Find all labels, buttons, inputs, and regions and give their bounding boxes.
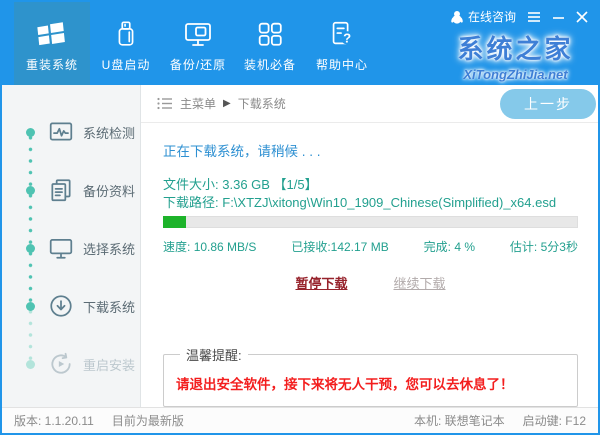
sidebar-item-label: 选择系统	[83, 239, 135, 258]
sidebar-item-system-check[interactable]: 系统检测	[2, 103, 140, 161]
stat-speed: 速度: 10.86 MB/S	[163, 238, 256, 255]
online-service-label: 在线咨询	[468, 8, 516, 25]
machine-text: 本机: 联想笔记本	[414, 412, 505, 429]
download-path-label: 下载路径:	[163, 195, 219, 210]
online-service-button[interactable]: 在线咨询	[450, 8, 516, 25]
breadcrumb-root[interactable]: 主菜单	[180, 95, 216, 112]
backup-data-icon	[48, 177, 74, 203]
breadcrumb-bar: 主菜单 ▶ 下载系统 上一步	[141, 85, 598, 123]
breadcrumb-separator-icon: ▶	[223, 98, 231, 109]
list-icon	[157, 97, 173, 110]
timeline-dot	[26, 360, 35, 369]
download-path-line: 下载路径: F:\XTZJ\xitong\Win10_1909_Chinese(…	[163, 194, 578, 212]
breadcrumb-current: 下载系统	[238, 95, 286, 112]
main-nav: 重装系统 U盘启动	[14, 2, 378, 85]
sidebar-item-label: 重启安装	[83, 355, 135, 374]
breadcrumb: 主菜单 ▶ 下载系统	[157, 95, 286, 112]
timeline-dot	[26, 244, 35, 253]
version-status-text: 目前为最新版	[112, 412, 184, 429]
timeline-dot	[26, 302, 35, 311]
sidebar-item-label: 下载系统	[83, 297, 135, 316]
close-icon[interactable]	[576, 11, 588, 23]
help-center-icon: ?	[327, 15, 357, 53]
download-actions: 暂停下载 继续下载	[163, 273, 578, 292]
nav-tab-label: 帮助中心	[316, 56, 368, 73]
backup-restore-icon	[182, 15, 214, 53]
pause-download-link[interactable]: 暂停下载	[295, 273, 347, 292]
file-size-line: 文件大小: 3.36 GB 【1/5】	[163, 176, 578, 194]
back-button[interactable]: 上一步	[500, 89, 596, 119]
nav-tab-label: 重装系统	[26, 56, 78, 73]
sidebar-item-download-system[interactable]: 下载系统	[2, 277, 140, 335]
windows-logo-icon	[34, 15, 70, 53]
apps-grid-icon	[255, 15, 285, 53]
file-size-value: 3.36 GB 【1/5】	[222, 177, 317, 192]
app-window: 重装系统 U盘启动	[0, 0, 600, 435]
stat-eta: 估计: 5分3秒	[510, 238, 578, 255]
main-content: 主菜单 ▶ 下载系统 上一步 正在下载系统，请稍候 . . . 文件大小: 3.…	[141, 85, 598, 407]
download-progress-bar	[163, 216, 578, 228]
logo-subtitle: XiTongZhiJia.net	[443, 67, 588, 82]
titlebar-controls: 在线咨询	[450, 8, 588, 25]
status-bar: 版本: 1.1.20.11 目前为最新版 本机: 联想笔记本 启动键: F12	[2, 407, 598, 433]
system-check-icon	[48, 119, 74, 145]
reminder-message: 请退出安全软件，接下来将无人干预，您可以去休息了！	[176, 373, 565, 393]
progress-fill	[163, 216, 186, 228]
select-system-icon	[48, 235, 74, 261]
nav-tab-help-center[interactable]: ? 帮助中心	[306, 2, 378, 85]
nav-tab-label: 备份/还原	[170, 56, 226, 73]
svg-text:?: ?	[343, 30, 351, 45]
usb-drive-icon	[111, 15, 141, 53]
logo-title: 系统之家	[443, 29, 588, 66]
timeline-dot	[26, 128, 35, 137]
nav-tab-label: U盘启动	[102, 56, 151, 73]
minimize-icon[interactable]	[552, 11, 565, 23]
sidebar-item-label: 备份资料	[83, 181, 135, 200]
nav-tab-essential-apps[interactable]: 装机必备	[234, 2, 306, 85]
timeline-dot	[26, 186, 35, 195]
reminder-box: 温馨提醒: 请退出安全软件，接下来将无人干预，您可以去休息了！	[163, 345, 578, 407]
reminder-legend: 温馨提醒:	[180, 345, 248, 364]
header: 重装系统 U盘启动	[2, 2, 598, 85]
restart-install-icon	[48, 351, 74, 377]
qq-penguin-icon	[450, 10, 464, 24]
sidebar-item-select-system[interactable]: 选择系统	[2, 219, 140, 277]
version-text: 版本: 1.1.20.11	[14, 412, 94, 429]
nav-tab-reinstall-system[interactable]: 重装系统	[14, 2, 90, 85]
nav-tab-backup-restore[interactable]: 备份/还原	[162, 2, 234, 85]
sidebar-item-label: 系统检测	[83, 123, 135, 142]
resume-download-link[interactable]: 继续下载	[394, 273, 446, 292]
file-size-label: 文件大小:	[163, 177, 219, 192]
app-logo: 系统之家 XiTongZhiJia.net	[443, 29, 588, 82]
download-status-text: 正在下载系统，请稍候 . . .	[163, 140, 578, 158]
stat-completed: 完成: 4 %	[424, 238, 475, 255]
boot-key-text: 启动键: F12	[523, 412, 586, 429]
steps-sidebar: 系统检测 备份资料	[2, 85, 141, 407]
download-stats: 速度: 10.86 MB/S 已接收:142.17 MB 完成: 4 % 估计:…	[163, 238, 578, 255]
download-path-value: F:\XTZJ\xitong\Win10_1909_Chinese(Simpli…	[222, 195, 556, 210]
stat-received: 已接收:142.17 MB	[291, 238, 388, 255]
file-info: 文件大小: 3.36 GB 【1/5】 下载路径: F:\XTZJ\xitong…	[163, 176, 578, 212]
download-system-icon	[48, 293, 74, 319]
sidebar-item-restart-install[interactable]: 重启安装	[2, 335, 140, 393]
sidebar-item-backup-data[interactable]: 备份资料	[2, 161, 140, 219]
menu-icon[interactable]	[527, 11, 541, 23]
nav-tab-label: 装机必备	[244, 56, 296, 73]
nav-tab-usb-boot[interactable]: U盘启动	[90, 2, 162, 85]
